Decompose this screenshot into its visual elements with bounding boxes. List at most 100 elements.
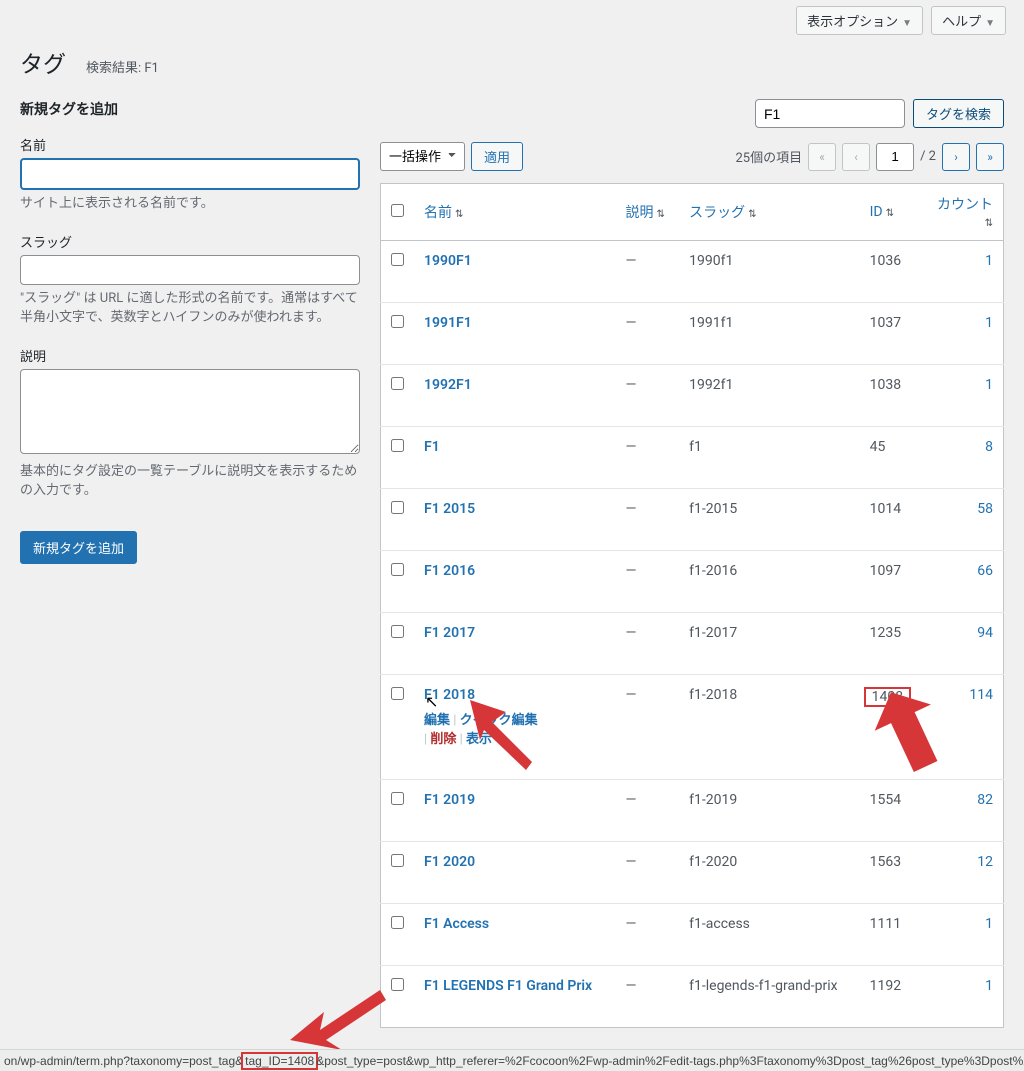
tag-desc-input[interactable] <box>20 369 360 454</box>
tag-name-link[interactable]: F1 2016 <box>424 563 475 579</box>
row-checkbox[interactable] <box>391 625 404 638</box>
tag-name-link[interactable]: F1 2015 <box>424 501 475 517</box>
tag-name-link[interactable]: F1 <box>424 439 440 455</box>
tag-id-cell: 1111 <box>860 904 926 966</box>
search-result-text: 検索結果: F1 <box>86 57 159 76</box>
help-label: ヘルプ <box>942 14 981 29</box>
row-checkbox[interactable] <box>391 687 404 700</box>
tag-id-cell: 1563 <box>860 842 926 904</box>
table-row: F1 2020 — f1-2020 1563 12 <box>381 842 1004 904</box>
tag-name-link[interactable]: 1992F1 <box>424 377 472 393</box>
row-checkbox[interactable] <box>391 377 404 390</box>
tag-desc-cell: — <box>616 241 680 303</box>
bulk-action-select[interactable]: 一括操作 <box>380 142 465 171</box>
row-checkbox[interactable] <box>391 439 404 452</box>
search-input[interactable] <box>755 99 905 128</box>
tag-count-link[interactable]: 1 <box>985 978 993 994</box>
tag-count-link[interactable]: 1 <box>985 315 993 331</box>
row-checkbox[interactable] <box>391 978 404 991</box>
tag-slug-cell: f1-2019 <box>679 780 859 842</box>
status-highlight: tag_ID=1408 <box>241 1052 318 1070</box>
tag-desc-cell: — <box>616 427 680 489</box>
row-checkbox[interactable] <box>391 501 404 514</box>
tag-name-link[interactable]: F1 2017 <box>424 625 475 641</box>
sort-icon: ⇅ <box>886 208 894 219</box>
tag-name-link[interactable]: 1991F1 <box>424 315 472 331</box>
tag-name-link[interactable]: F1 2020 <box>424 854 475 870</box>
table-row: F1 2019 — f1-2019 1554 82 <box>381 780 1004 842</box>
tag-name-link[interactable]: F1 2018 <box>424 687 475 703</box>
col-desc-header[interactable]: 説明⇅ <box>616 184 680 241</box>
tag-count-link[interactable]: 8 <box>985 439 993 455</box>
tag-count-link[interactable]: 66 <box>977 563 993 579</box>
col-count-header[interactable]: カウント⇅ <box>926 184 1004 241</box>
row-checkbox[interactable] <box>391 253 404 266</box>
add-tag-button[interactable]: 新規タグを追加 <box>20 531 137 564</box>
tag-count-link[interactable]: 114 <box>969 687 993 703</box>
tag-name-link[interactable]: F1 2019 <box>424 792 475 808</box>
tag-count-link[interactable]: 1 <box>985 916 993 932</box>
tag-count-link[interactable]: 12 <box>977 854 993 870</box>
row-checkbox[interactable] <box>391 792 404 805</box>
row-checkbox[interactable] <box>391 315 404 328</box>
screen-options-label: 表示オプション <box>807 14 898 29</box>
help-button[interactable]: ヘルプ ▼ <box>931 6 1006 35</box>
tag-count-link[interactable]: 94 <box>977 625 993 641</box>
tag-desc-cell: — <box>616 675 680 780</box>
row-actions: 編集 | クイック編集| 削除 | 表示 <box>424 709 606 747</box>
page-next-button[interactable]: › <box>942 143 970 171</box>
tag-id-cell: 1036 <box>860 241 926 303</box>
screen-options-button[interactable]: 表示オプション ▼ <box>796 6 923 35</box>
bulk-apply-button[interactable]: 適用 <box>471 142 523 171</box>
delete-link[interactable]: 削除 <box>430 732 456 747</box>
page-number-input[interactable] <box>876 143 914 171</box>
table-row: 1990F1 — 1990f1 1036 1 <box>381 241 1004 303</box>
tag-name-input[interactable] <box>20 158 360 190</box>
caret-down-icon: ▼ <box>902 18 912 29</box>
page-total: / 2 <box>920 149 936 164</box>
view-link[interactable]: 表示 <box>466 732 492 747</box>
desc-help: 基本的にタグ設定の一覧テーブルに説明文を表示するための入力です。 <box>20 462 360 501</box>
page-prev-button[interactable]: ‹ <box>842 143 870 171</box>
tag-slug-cell: 1990f1 <box>679 241 859 303</box>
tag-slug-cell: f1-2015 <box>679 489 859 551</box>
tag-name-link[interactable]: F1 LEGENDS F1 Grand Prix <box>424 978 592 994</box>
add-tag-heading: 新規タグを追加 <box>20 99 360 119</box>
tag-slug-cell: f1 <box>679 427 859 489</box>
tag-name-link[interactable]: 1990F1 <box>424 253 472 269</box>
page-first-button[interactable]: « <box>808 143 836 171</box>
col-slug-header[interactable]: スラッグ⇅ <box>679 184 859 241</box>
tag-desc-cell: — <box>616 966 680 1028</box>
table-row: 1991F1 — 1991f1 1037 1 <box>381 303 1004 365</box>
tag-slug-cell: 1991f1 <box>679 303 859 365</box>
sort-icon: ⇅ <box>985 218 993 229</box>
row-checkbox[interactable] <box>391 854 404 867</box>
tag-name-link[interactable]: F1 Access <box>424 916 489 932</box>
page-title: タグ <box>20 45 66 79</box>
tag-slug-input[interactable] <box>20 255 360 285</box>
tag-id-cell: 1408 <box>860 675 926 780</box>
quickedit-link[interactable]: クイック編集 <box>460 713 538 728</box>
row-checkbox[interactable] <box>391 563 404 576</box>
tag-count-link[interactable]: 82 <box>977 792 993 808</box>
caret-down-icon: ▼ <box>985 18 995 29</box>
slug-label: スラッグ <box>20 232 360 251</box>
table-row: 1992F1 — 1992f1 1038 1 <box>381 365 1004 427</box>
col-id-header[interactable]: ID⇅ <box>860 184 926 241</box>
page-last-button[interactable]: » <box>976 143 1004 171</box>
search-button[interactable]: タグを検索 <box>913 99 1004 128</box>
tag-count-link[interactable]: 1 <box>985 377 993 393</box>
tag-count-link[interactable]: 58 <box>977 501 993 517</box>
select-all-checkbox[interactable] <box>391 204 404 217</box>
browser-status-bar: on/wp-admin/term.php?taxonomy=post_tag&t… <box>0 1049 1024 1071</box>
tag-desc-cell: — <box>616 489 680 551</box>
tag-desc-cell: — <box>616 780 680 842</box>
col-name-header[interactable]: 名前⇅ <box>414 184 616 241</box>
row-checkbox[interactable] <box>391 916 404 929</box>
sort-icon: ⇅ <box>748 209 756 220</box>
table-row: F1 Access — f1-access 1111 1 <box>381 904 1004 966</box>
edit-link[interactable]: 編集 <box>424 713 450 728</box>
tag-id-cell: 1554 <box>860 780 926 842</box>
tag-count-link[interactable]: 1 <box>985 253 993 269</box>
tag-slug-cell: f1-2018 <box>679 675 859 780</box>
